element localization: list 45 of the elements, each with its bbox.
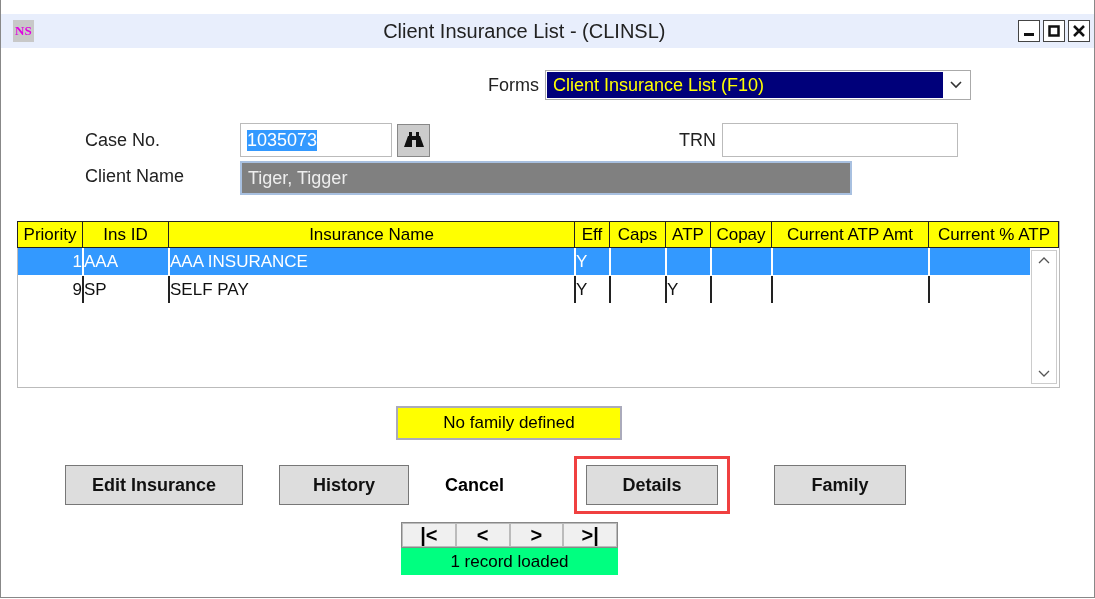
- family-status: No family defined: [396, 406, 622, 440]
- case-no-label: Case No.: [85, 129, 162, 151]
- trn-label: TRN: [678, 129, 717, 151]
- minimize-icon: [1024, 32, 1034, 36]
- table-cell: SELF PAY: [168, 276, 574, 303]
- minimize-button[interactable]: [1018, 20, 1040, 42]
- table-cell-text: 9: [71, 279, 82, 301]
- action-button[interactable]: Family: [774, 465, 907, 505]
- forms-label: Forms: [488, 74, 539, 96]
- app-logo: NS: [13, 20, 34, 42]
- cancel-link[interactable]: Cancel: [445, 474, 505, 495]
- column-header[interactable]: Copay: [710, 222, 771, 247]
- close-icon: [1073, 25, 1085, 37]
- column-header[interactable]: Caps: [609, 222, 665, 247]
- action-button[interactable]: Edit Insurance: [65, 465, 243, 505]
- maximize-button[interactable]: [1043, 20, 1065, 42]
- column-header[interactable]: Eff: [574, 222, 609, 247]
- table-cell-text: 1: [71, 251, 82, 273]
- client-name-field: Tiger, Tigger: [240, 161, 852, 195]
- client-name-label: Client Name: [85, 165, 186, 187]
- scrollbar[interactable]: [1031, 250, 1057, 384]
- column-header[interactable]: Priority: [18, 222, 82, 247]
- window-title: Client Insurance List - (CLINSL): [382, 19, 667, 43]
- binoculars-button[interactable]: [397, 123, 430, 157]
- table-cell: Y: [574, 276, 609, 303]
- column-header[interactable]: Insurance Name: [168, 222, 574, 247]
- column-header[interactable]: Current ATP Amt: [771, 222, 928, 247]
- column-header[interactable]: Ins ID: [82, 222, 168, 247]
- navigation-button[interactable]: >: [509, 523, 564, 547]
- column-header[interactable]: ATP: [665, 222, 710, 247]
- table-cell: SP: [82, 276, 168, 303]
- navigation-button[interactable]: <: [455, 523, 510, 547]
- record-status: 1 record loaded: [401, 548, 618, 575]
- navigation-button[interactable]: >|: [563, 523, 617, 547]
- binoculars-icon: [402, 131, 425, 149]
- forms-dropdown[interactable]: Client Insurance List (F10): [545, 70, 971, 100]
- column-header[interactable]: Current % ATP: [928, 222, 1059, 247]
- action-button[interactable]: History: [279, 465, 409, 505]
- close-button[interactable]: [1068, 20, 1090, 42]
- trn-field[interactable]: [722, 123, 958, 157]
- table-cell: Y: [665, 276, 710, 303]
- chevron-down-icon: [950, 81, 962, 89]
- maximize-icon: [1048, 25, 1060, 37]
- action-button[interactable]: Details: [586, 465, 719, 505]
- navigation-button[interactable]: |<: [402, 523, 456, 547]
